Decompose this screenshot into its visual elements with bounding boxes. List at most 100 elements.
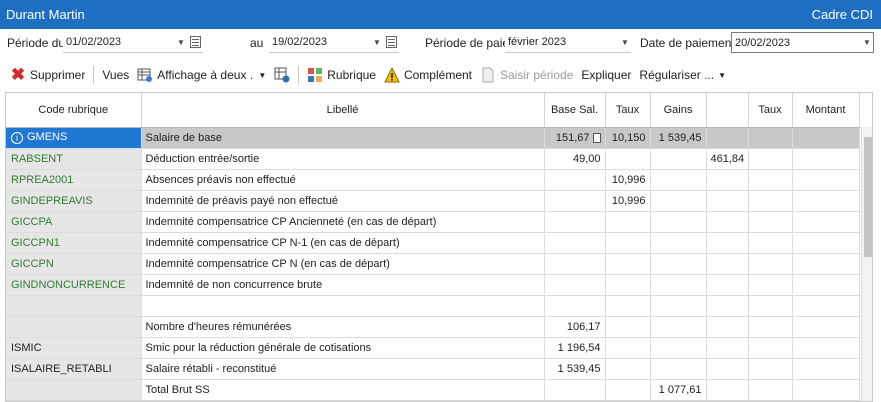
gains-cell[interactable] [650,211,707,233]
code-cell[interactable]: GICCPN1 [6,232,142,254]
table-row[interactable]: GICCPN Indemnité compensatrice CP N (en c… [6,253,860,275]
rate-employer-cell[interactable] [748,295,793,317]
base-cell[interactable] [544,211,606,233]
vertical-scrollbar[interactable] [861,127,872,401]
col-rate[interactable]: Taux [605,93,651,128]
explain-button[interactable]: Expliquer [577,64,635,86]
amount-cell[interactable] [792,169,860,191]
col-amount[interactable]: Montant [792,93,860,128]
label-cell[interactable]: Total Brut SS [141,379,545,401]
amount-cell[interactable] [792,211,860,233]
rate-cell[interactable] [605,211,651,233]
amount-cell[interactable] [792,316,860,338]
table-row[interactable]: RABSENT Déduction entrée/sortie 49,00 461,8… [6,148,860,170]
gains-cell[interactable] [650,358,707,380]
code-cell[interactable] [6,379,142,401]
base-cell[interactable] [544,274,606,296]
rate-cell[interactable] [605,316,651,338]
col-base[interactable]: Base Sal. [544,93,606,128]
table-row[interactable]: RPREA2001 Absences préavis non effectué 10… [6,169,860,191]
amount-cell[interactable] [792,127,860,149]
label-cell[interactable]: Indemnité de non concurrence brute [141,274,545,296]
gains-cell[interactable] [650,295,707,317]
deductions-cell[interactable] [706,274,749,296]
rate-employer-cell[interactable] [748,148,793,170]
views-button[interactable]: Vues [98,64,133,86]
base-cell[interactable] [544,232,606,254]
rate-cell[interactable]: 10,150 [605,127,651,149]
deductions-cell[interactable] [706,379,749,401]
gains-cell[interactable]: 1 077,61 [650,379,707,401]
col-label[interactable]: Libellé [141,93,545,128]
label-cell[interactable] [141,295,545,317]
calendar-icon[interactable] [190,36,201,48]
table-row[interactable]: Total Brut SS 1 077,61 [6,379,860,401]
rate-employer-cell[interactable] [748,316,793,338]
rate-cell[interactable] [605,337,651,359]
gains-cell[interactable] [650,274,707,296]
table-row[interactable]: i GMENS Salaire de base 151,67 10,150 1 539,4… [6,127,860,149]
amount-cell[interactable] [792,337,860,359]
info-icon[interactable]: i [11,131,23,144]
rate-employer-cell[interactable] [748,169,793,191]
chevron-down-icon[interactable]: ▼ [619,38,631,47]
deductions-cell[interactable] [706,232,749,254]
base-cell[interactable] [544,190,606,212]
rate-cell[interactable]: 10,996 [605,190,651,212]
rate-cell[interactable] [605,379,651,401]
pay-period-select[interactable]: février 2023 ▼ [505,32,631,53]
calculator-icon[interactable] [592,132,601,143]
amount-cell[interactable] [792,274,860,296]
amount-cell[interactable] [792,232,860,254]
rate-employer-cell[interactable] [748,211,793,233]
table-row[interactable]: GICCPN1 Indemnité compensatrice CP N-1 (e… [6,232,860,254]
rate-cell[interactable] [605,253,651,275]
rate-employer-cell[interactable] [748,232,793,254]
code-cell[interactable]: ISALAIRE_RETABLI [6,358,142,380]
rate-employer-cell[interactable] [748,127,793,149]
period-from-field[interactable]: 01/02/2023 ▼ [63,32,203,53]
rate-cell[interactable]: 10,996 [605,169,651,191]
code-cell[interactable]: GICCPN [6,253,142,275]
label-cell[interactable]: Déduction entrée/sortie [141,148,545,170]
label-cell[interactable]: Absences préavis non effectué [141,169,545,191]
pay-date-select[interactable]: 20/02/2023 ▼ [731,32,874,53]
col-deductions[interactable] [706,93,749,128]
table-row[interactable]: ISMIC Smic pour la réduction générale de … [6,337,860,359]
rate-cell[interactable] [605,148,651,170]
base-cell[interactable]: 1 196,54 [544,337,606,359]
delete-button[interactable]: ✖ Supprimer [6,64,89,86]
amount-cell[interactable] [792,295,860,317]
rate-employer-cell[interactable] [748,379,793,401]
deductions-cell[interactable] [706,211,749,233]
amount-cell[interactable] [792,379,860,401]
col-rate-employer[interactable]: Taux [748,93,793,128]
enter-period-button[interactable]: Saisir période [476,64,577,86]
deductions-cell[interactable] [706,295,749,317]
rate-cell[interactable] [605,358,651,380]
rate-cell[interactable] [605,232,651,254]
chevron-down-icon[interactable]: ▼ [175,38,187,47]
table-row[interactable]: ISALAIRE_RETABLI Salaire rétabli - recons… [6,358,860,380]
scroll-thumb[interactable] [864,137,872,257]
code-cell[interactable]: RPREA2001 [6,169,142,191]
code-cell[interactable]: ISMIC [6,337,142,359]
rate-employer-cell[interactable] [748,253,793,275]
base-cell[interactable] [544,295,606,317]
chevron-down-icon[interactable]: ▼ [861,38,873,47]
calendar-icon[interactable] [386,36,397,48]
deductions-cell[interactable] [706,316,749,338]
label-cell[interactable]: Indemnité de préavis payé non effectué [141,190,545,212]
deductions-cell[interactable] [706,190,749,212]
gains-cell[interactable] [650,190,707,212]
table-row[interactable]: GINDEPREAVIS Indemnité de préavis payé no… [6,190,860,212]
table-row[interactable]: GINDNONCURRENCE Indemnité de non concurre… [6,274,860,296]
label-cell[interactable]: Indemnité compensatrice CP N (en cas de … [141,253,545,275]
base-cell[interactable]: 106,17 [544,316,606,338]
gains-cell[interactable] [650,337,707,359]
chevron-down-icon[interactable]: ▼ [258,71,266,80]
gains-cell[interactable] [650,253,707,275]
table-row[interactable]: Nombre d'heures rémunérées 106,17 [6,316,860,338]
col-gains[interactable]: Gains [650,93,707,128]
columns-settings-button[interactable] [270,64,294,86]
